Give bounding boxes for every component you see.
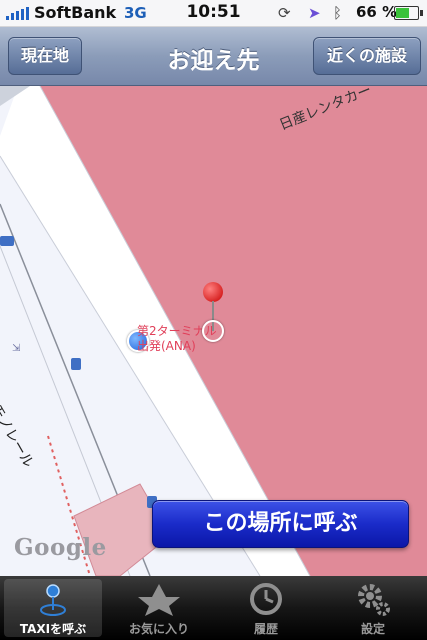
bus-stop-icon xyxy=(0,236,14,246)
bluetooth-icon: ᛒ xyxy=(333,4,343,22)
star-icon xyxy=(138,584,180,616)
tab-call-taxi[interactable]: TAXIを呼ぶ xyxy=(0,576,106,640)
orientation-lock-icon: ⟳ xyxy=(278,4,291,22)
taxi-pin-icon xyxy=(40,584,66,616)
clock-icon xyxy=(250,583,282,615)
tab-bar: TAXIを呼ぶ お気に入り 履歴 設定 xyxy=(0,576,427,640)
svg-text:⇲: ⇲ xyxy=(12,343,21,354)
battery-percent: 66 % xyxy=(356,3,398,21)
tab-label: TAXIを呼ぶ xyxy=(19,622,87,636)
bus-stop-icon xyxy=(71,358,81,370)
location-arrow-icon: ➤ xyxy=(308,4,321,22)
tab-label: 設定 xyxy=(360,622,385,636)
call-here-button[interactable]: この場所に呼ぶ xyxy=(152,500,409,548)
tab-history[interactable]: 履歴 xyxy=(213,576,319,640)
tab-label: 履歴 xyxy=(253,622,278,636)
gear-icon xyxy=(358,584,390,616)
battery-icon xyxy=(394,6,423,20)
map-view[interactable]: ⇲ 日産レンタカー 東京モノレール 第2ターミナル 出発(ANA) Google… xyxy=(0,86,427,576)
nearby-facilities-button[interactable]: 近くの施設 xyxy=(313,37,421,75)
tab-favorites[interactable]: お気に入り xyxy=(106,576,212,640)
tab-settings[interactable]: 設定 xyxy=(320,576,426,640)
navigation-bar: 現在地 お迎え先 近くの施設 xyxy=(0,27,427,86)
status-bar: SoftBank 3G 10:51 ⟳ ➤ ᛒ 66 % xyxy=(0,0,427,27)
destination-pin-icon[interactable] xyxy=(196,282,230,342)
tab-label: お気に入り xyxy=(128,622,189,636)
google-attribution: Google xyxy=(14,534,107,561)
